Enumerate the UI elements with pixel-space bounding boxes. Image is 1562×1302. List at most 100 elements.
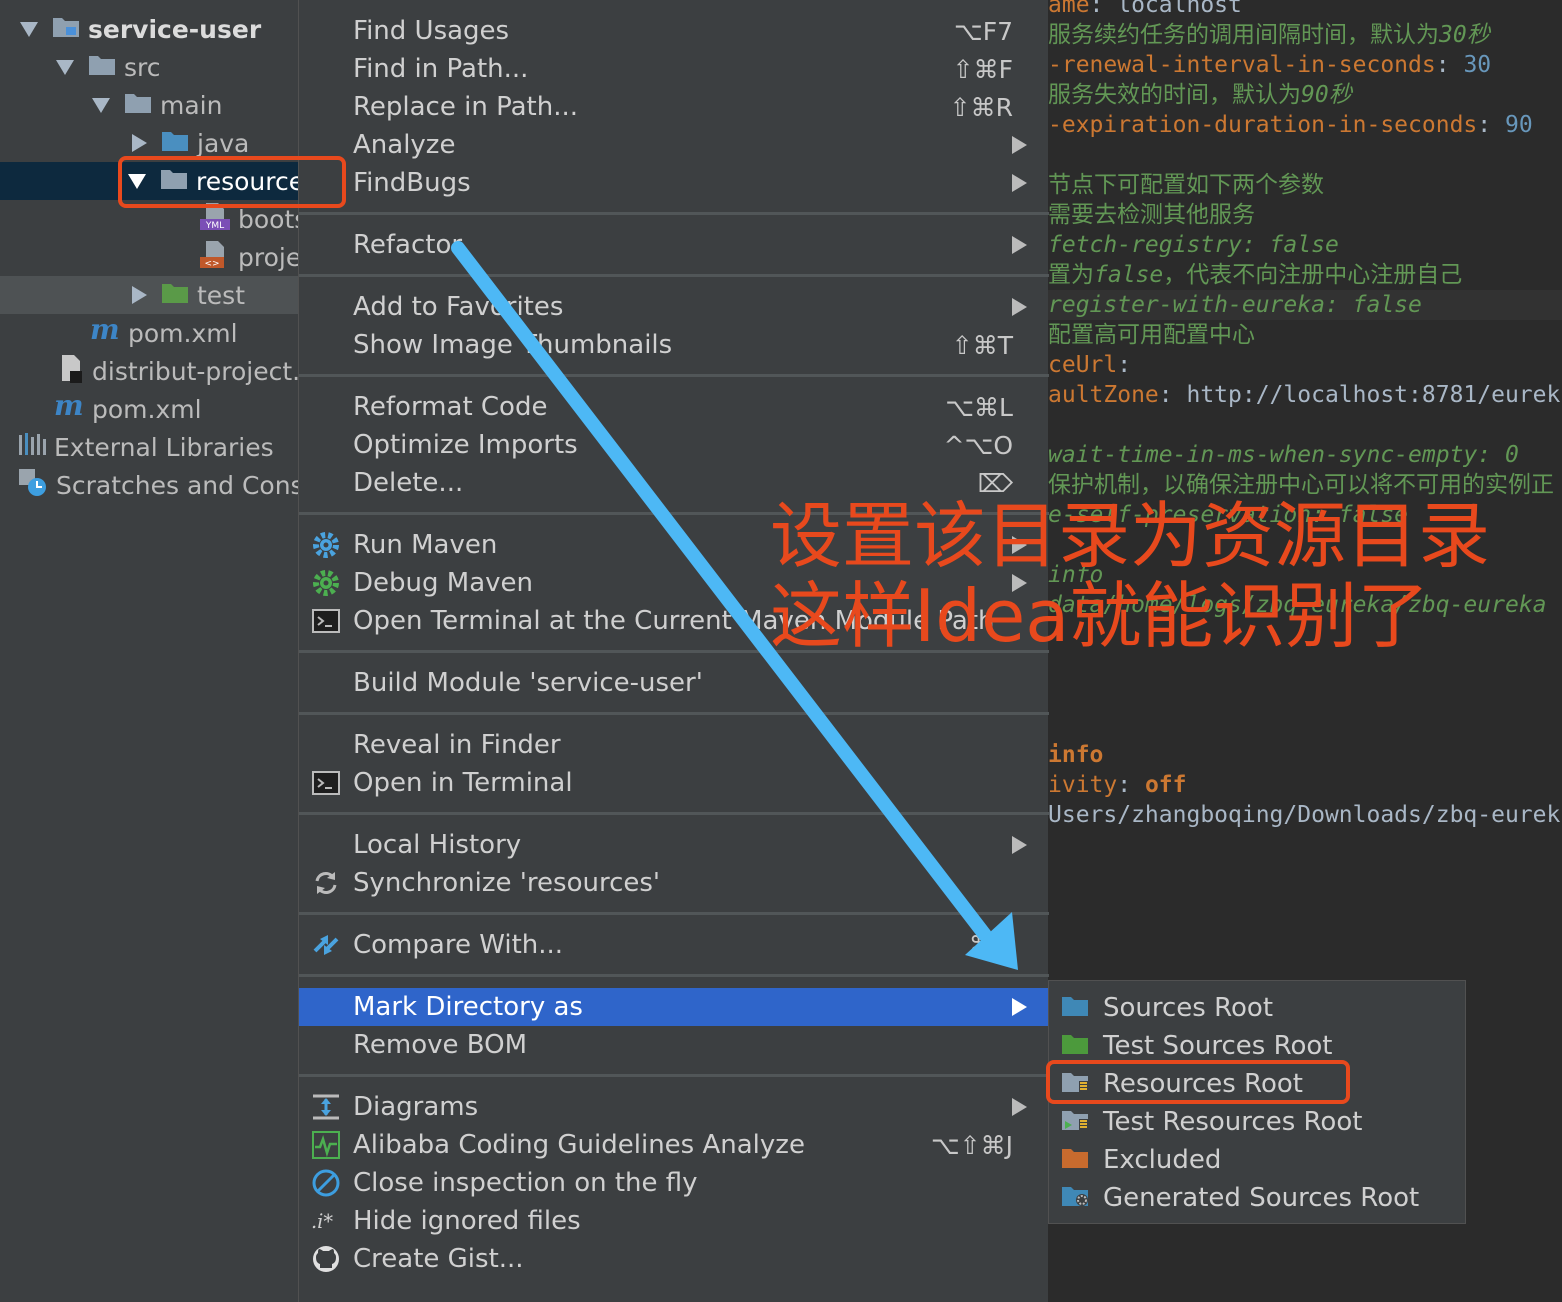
menu-item[interactable]: Remove BOM	[299, 1026, 1049, 1064]
submenu-item-label: Generated Sources Root	[1103, 1183, 1420, 1213]
menu-item[interactable]: Optimize Imports ^⌥O	[299, 426, 1049, 464]
terminal-icon	[311, 768, 341, 798]
menu-item[interactable]: Analyze	[299, 126, 1049, 164]
chevron-right-icon[interactable]	[132, 134, 147, 152]
chevron-right-icon[interactable]	[132, 286, 147, 304]
menu-item[interactable]: Mark Directory as	[299, 988, 1049, 1026]
menu-item[interactable]: Build Module 'service-user'	[299, 664, 1049, 702]
svg-text:m: m	[54, 393, 84, 419]
tree-item[interactable]: service-user	[0, 10, 298, 48]
menu-item-label: FindBugs	[353, 168, 471, 198]
code-line: 需要去检测其他服务	[1048, 200, 1562, 230]
menu-item[interactable]: Debug Maven	[299, 564, 1049, 602]
code-token: 服务续约任务的调用间隔时间，默认为	[1048, 22, 1439, 48]
tree-item[interactable]: m pom.xml	[0, 390, 298, 428]
folder-icon	[124, 90, 152, 120]
compare-icon	[311, 930, 341, 960]
menu-item[interactable]: Show Image Thumbnails ⇧⌘T	[299, 326, 1049, 364]
menu-item[interactable]: Replace in Path... ⇧⌘R	[299, 88, 1049, 126]
code-token: -expiration-duration-in-seconds	[1048, 112, 1478, 138]
submenu-item-label: Test Sources Root	[1103, 1031, 1333, 1061]
tree-item[interactable]: main	[0, 86, 298, 124]
menu-item-label: Add to Favorites	[353, 292, 564, 322]
submenu-item[interactable]: Sources Root	[1049, 989, 1467, 1027]
menu-item[interactable]: Open Terminal at the Current Maven Modul…	[299, 602, 1049, 640]
code-line: 置为false，代表不向注册中心注册自己	[1048, 260, 1562, 290]
menu-item[interactable]: Find Usages ⌥F7	[299, 12, 1049, 50]
code-token: :	[1435, 52, 1464, 78]
submenu-item-label: Sources Root	[1103, 993, 1274, 1023]
source-folder-icon	[161, 128, 189, 158]
menu-item-shortcut: ⌘D	[968, 930, 1013, 960]
generated-sources-root-icon	[1061, 1183, 1093, 1213]
module-folder-icon	[52, 14, 80, 44]
menu-item[interactable]: FindBugs	[299, 164, 1049, 202]
tree-item[interactable]: test	[0, 276, 298, 314]
submenu-item[interactable]: Excluded	[1049, 1141, 1467, 1179]
svg-text:<>: <>	[204, 259, 219, 269]
menu-item-label: Reveal in Finder	[353, 730, 561, 760]
menu-item-label: Find in Path...	[353, 54, 529, 84]
code-token: ame	[1048, 0, 1090, 18]
menu-item[interactable]: Reveal in Finder	[299, 726, 1049, 764]
submenu-item[interactable]: Generated Sources Root	[1049, 1179, 1467, 1217]
tree-item[interactable]: <> proje	[0, 238, 298, 276]
menu-item[interactable]: Refactor	[299, 226, 1049, 264]
code-line: -expiration-duration-in-seconds: 90	[1048, 110, 1562, 140]
tree-item-label: service-user	[88, 14, 262, 44]
menu-item-label: Synchronize 'resources'	[353, 868, 661, 898]
chevron-down-icon[interactable]	[92, 97, 110, 113]
menu-item[interactable]: Delete... ⌦	[299, 464, 1049, 502]
code-token: 置为	[1048, 262, 1094, 288]
menu-item[interactable]: .i* Hide ignored files	[299, 1202, 1049, 1240]
menu-item-label: Diagrams	[353, 1092, 479, 1122]
code-line: -renewal-interval-in-seconds: 30	[1048, 50, 1562, 80]
code-token: info	[1048, 742, 1104, 768]
libraries-icon	[18, 431, 46, 463]
submenu-item[interactable]: Test Resources Root	[1049, 1103, 1467, 1141]
code-token: ivity	[1048, 772, 1118, 798]
code-token: Users/zhangboqing/Downloads/zbq-eurek	[1048, 802, 1561, 828]
tree-item-label: Scratches and Cons	[56, 470, 298, 500]
menu-item[interactable]: Open in Terminal	[299, 764, 1049, 802]
tree-item-label: pom.xml	[128, 318, 238, 348]
tree-item[interactable]: External Libraries	[0, 428, 298, 466]
menu-item[interactable]: Alibaba Coding Guidelines Analyze ⌥⇧⌘J	[299, 1126, 1049, 1164]
resources-root-highlight	[1046, 1060, 1350, 1104]
menu-item-shortcut: ⌦	[977, 468, 1013, 498]
chevron-down-icon[interactable]	[20, 21, 38, 37]
tree-item[interactable]: src	[0, 48, 298, 86]
tree-item-label: proje	[238, 242, 298, 272]
menu-item[interactable]: Run Maven	[299, 526, 1049, 564]
menu-item[interactable]: Close inspection on the fly	[299, 1164, 1049, 1202]
menu-item-label: Create Gist...	[353, 1244, 524, 1274]
menu-item[interactable]: Local History	[299, 826, 1049, 864]
menu-item-shortcut: ⌥F7	[953, 16, 1013, 46]
code-token: ，代表不向注册中心注册自己	[1163, 262, 1463, 288]
menu-item-label: Compare With...	[353, 930, 564, 960]
github-icon	[311, 1244, 341, 1274]
menu-separator	[299, 712, 1049, 715]
tree-item-label: src	[124, 52, 161, 82]
tree-item[interactable]: m pom.xml	[0, 314, 298, 352]
submenu-arrow-icon	[1012, 536, 1027, 554]
scratches-icon	[18, 467, 48, 503]
chevron-down-icon[interactable]	[56, 59, 74, 75]
tree-item[interactable]: Scratches and Cons	[0, 466, 298, 504]
tree-item[interactable]: distribut-project.	[0, 352, 298, 390]
menu-item[interactable]: Diagrams	[299, 1088, 1049, 1126]
menu-item[interactable]: Compare With... ⌘D	[299, 926, 1049, 964]
code-token: 保护机制，以确保注册中心可以将不可用的实例正	[1048, 472, 1554, 498]
folder-icon	[88, 52, 116, 82]
code-token: fetch-registry: false	[1048, 232, 1339, 258]
menu-item[interactable]: Synchronize 'resources'	[299, 864, 1049, 902]
menu-item[interactable]: Find in Path... ⇧⌘F	[299, 50, 1049, 88]
menu-item[interactable]: Add to Favorites	[299, 288, 1049, 326]
menu-item[interactable]: Reformat Code ⌥⌘L	[299, 388, 1049, 426]
menu-item[interactable]: Create Gist...	[299, 1240, 1049, 1278]
menu-item-label: Remove BOM	[353, 1030, 528, 1060]
diagram-icon	[311, 1092, 341, 1122]
